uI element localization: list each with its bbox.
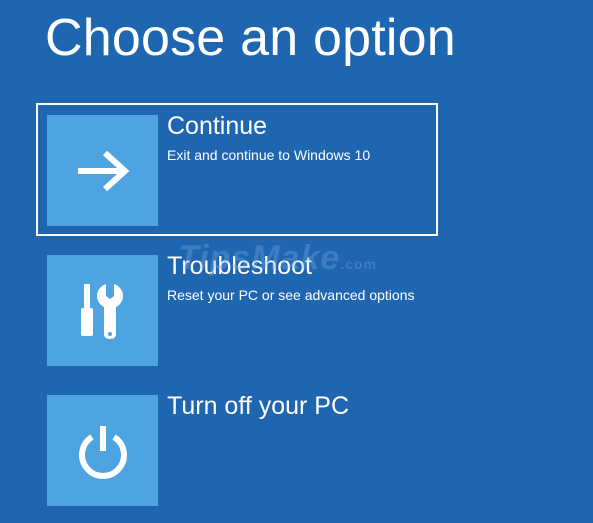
power-icon bbox=[78, 425, 127, 479]
turn-off-label: Turn off your PC bbox=[167, 392, 350, 420]
arrow-right-icon bbox=[77, 150, 129, 191]
recovery-screen: Choose an option Continue Exit and conti… bbox=[0, 0, 593, 523]
tools-icon bbox=[80, 283, 123, 339]
troubleshoot-label: Troubleshoot bbox=[167, 252, 312, 280]
troubleshoot-tile bbox=[47, 255, 158, 366]
continue-option[interactable]: Continue Exit and continue to Windows 10 bbox=[36, 103, 438, 236]
continue-label: Continue bbox=[167, 112, 268, 140]
turn-off-tile bbox=[47, 395, 158, 506]
continue-description: Exit and continue to Windows 10 bbox=[167, 147, 371, 163]
troubleshoot-option[interactable]: Troubleshoot Reset your PC or see advanc… bbox=[36, 243, 438, 376]
page-title: Choose an option bbox=[45, 9, 456, 67]
continue-tile bbox=[47, 115, 158, 226]
turn-off-option[interactable]: Turn off your PC bbox=[36, 383, 438, 516]
troubleshoot-description: Reset your PC or see advanced options bbox=[167, 287, 415, 303]
